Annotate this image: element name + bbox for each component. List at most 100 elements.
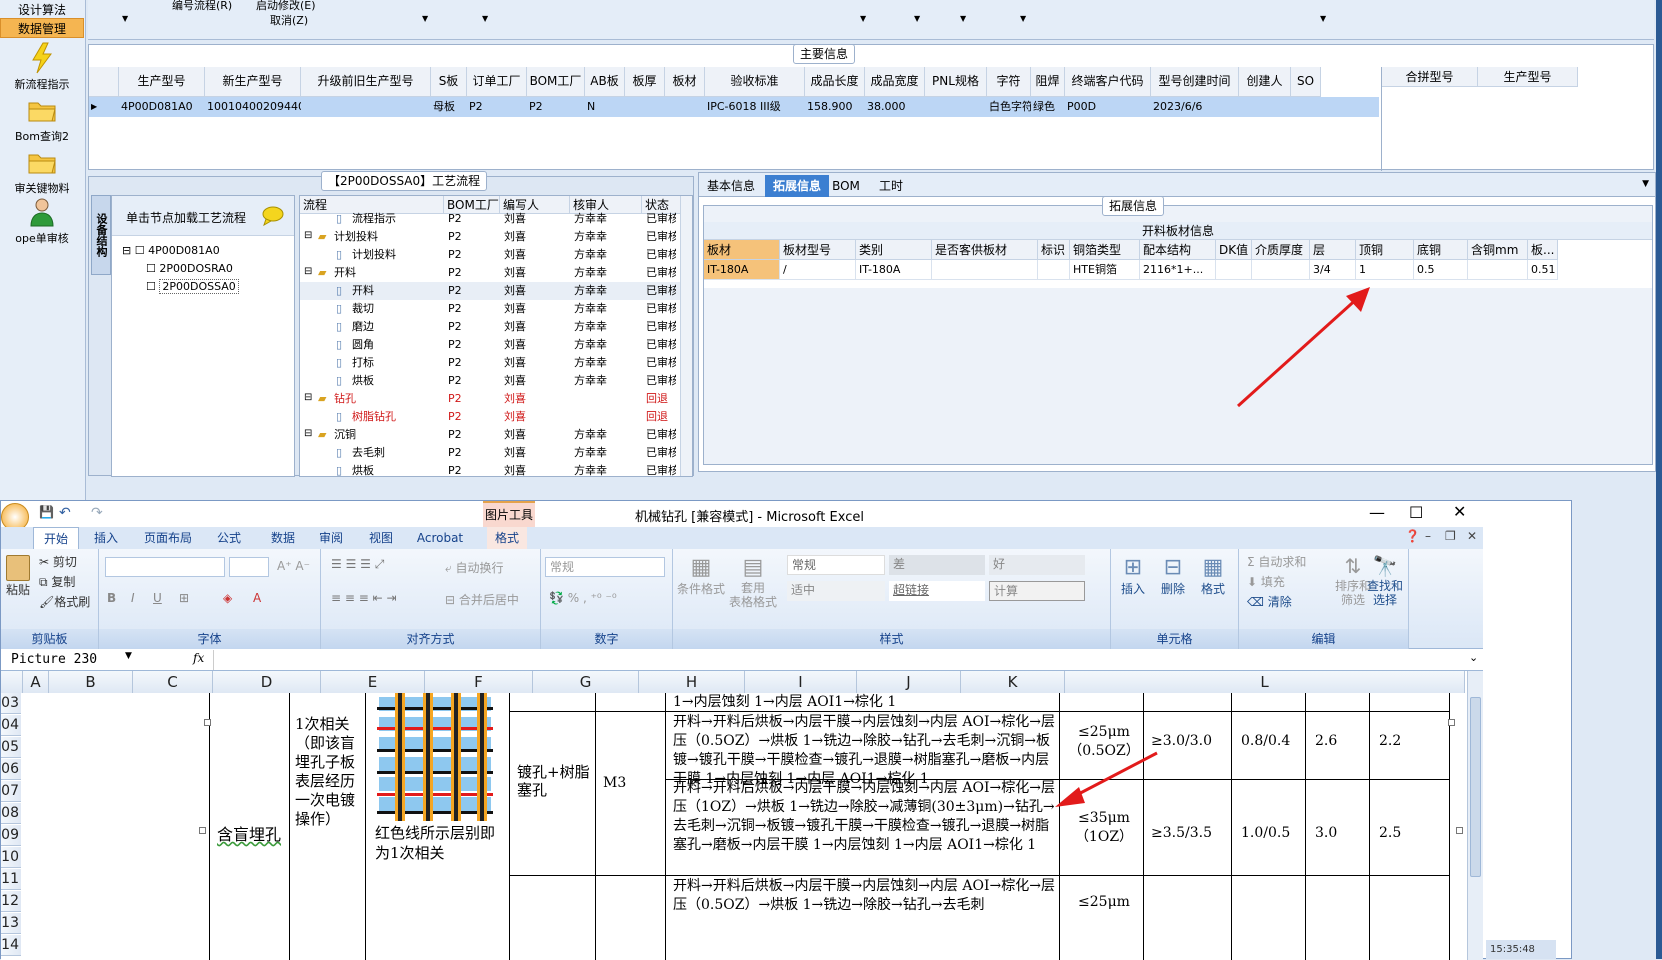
- column-header[interactable]: 顶铜: [1356, 240, 1414, 260]
- table-cell[interactable]: [932, 260, 1038, 280]
- undo-icon[interactable]: ↶: [59, 505, 71, 521]
- ribbon-tab-5[interactable]: 审阅: [313, 527, 349, 549]
- table-cell[interactable]: HTE铜箔: [1070, 260, 1140, 280]
- nav-bom-query[interactable]: Bom查询2: [0, 92, 84, 144]
- column-header[interactable]: F: [425, 671, 533, 693]
- minimize-doc-icon[interactable]: –: [1425, 529, 1431, 543]
- selection-handle[interactable]: [1448, 719, 1455, 726]
- cell-r1-l4[interactable]: 2.2: [1379, 733, 1401, 749]
- format-button[interactable]: ▦ 格式: [1201, 555, 1225, 597]
- cell-r2-l4[interactable]: 2.5: [1379, 825, 1401, 841]
- column-header[interactable]: 升级前旧生产型号: [301, 67, 431, 97]
- cell-r1-l2[interactable]: 0.8/0.4: [1241, 733, 1290, 749]
- cell-picture-caption[interactable]: 红色线所示层别即为1次相关: [375, 823, 505, 863]
- column-header[interactable]: H: [639, 671, 745, 693]
- table-cell[interactable]: 2116*1+...: [1140, 260, 1216, 280]
- expand-icon[interactable]: ⊟: [304, 392, 312, 403]
- column-header[interactable]: D: [213, 671, 321, 693]
- format-painter-button[interactable]: 🖌格式刷: [39, 593, 90, 610]
- sort-filter-button[interactable]: ⇅ 排序和 筛选: [1335, 553, 1371, 607]
- cell-r2-l1[interactable]: ≥3.5/3.5: [1151, 825, 1212, 841]
- cell-plating-resin[interactable]: 镀孔+树脂塞孔: [517, 763, 593, 799]
- cell-flow-top[interactable]: 1→内层蚀刻 1→内层 AOI1→棕化 1: [673, 693, 1055, 709]
- column-header[interactable]: A: [23, 671, 49, 693]
- underline-button[interactable]: U: [153, 591, 162, 605]
- column-header[interactable]: L: [1065, 671, 1465, 693]
- table-row[interactable]: ▯ 树脂钻孔 P2 刘喜 回退: [300, 408, 692, 426]
- fx-icon[interactable]: fx: [193, 651, 204, 665]
- table-row[interactable]: ▯ 圆角 P2 刘喜 方幸幸 已审核: [300, 336, 692, 354]
- menu-number-flow[interactable]: 编号流程(R): [172, 0, 232, 13]
- column-header[interactable]: 型号创建时间: [1151, 67, 1239, 97]
- delete-button[interactable]: ⊟ 删除: [1161, 555, 1185, 597]
- row-header[interactable]: 10: [1, 847, 21, 868]
- border-icon[interactable]: ⊞: [179, 591, 189, 605]
- nav-design-algo[interactable]: 设计算法: [0, 0, 84, 20]
- expand-icon[interactable]: ⊟: [304, 266, 312, 277]
- font-name-select[interactable]: [105, 557, 225, 577]
- column-header[interactable]: B: [49, 671, 133, 693]
- table-row[interactable]: ▯ 开料 P2 刘喜 方幸幸 已审核: [300, 282, 692, 300]
- select-all[interactable]: [1, 671, 23, 693]
- tree-node-root[interactable]: ⊟ ☐ 4P00D081A0: [122, 242, 239, 260]
- table-cell[interactable]: 0.5: [1414, 260, 1468, 280]
- table-cell[interactable]: IT-180A: [704, 260, 780, 280]
- table-row[interactable]: ▯ 打标 P2 刘喜 方幸幸 已审核: [300, 354, 692, 372]
- minimize-button[interactable]: —: [1369, 503, 1385, 522]
- ribbon-tab-1[interactable]: 插入: [89, 527, 123, 549]
- table-row[interactable]: ▰ ⊟ 计划投料 P2 刘喜 方幸幸 已审核: [300, 228, 692, 246]
- column-header[interactable]: BOM工厂: [527, 67, 585, 97]
- row-header[interactable]: 09: [1, 825, 21, 846]
- row-header[interactable]: 11: [1, 869, 21, 890]
- table-row[interactable]: ▯ 烘板 P2 刘喜 方幸幸 已审核: [300, 372, 692, 390]
- insert-button[interactable]: ⊞ 插入: [1121, 555, 1145, 597]
- style-hyperlink[interactable]: 超链接: [889, 581, 985, 601]
- column-header[interactable]: 介质厚度: [1252, 240, 1310, 260]
- ribbon-tab-6[interactable]: 视图: [363, 527, 399, 549]
- style-normal[interactable]: 常规: [787, 555, 885, 575]
- dropdown-arrow-icon[interactable]: ▼: [122, 14, 128, 23]
- table-cell[interactable]: 3/4: [1310, 260, 1356, 280]
- tab-1[interactable]: 拓展信息: [765, 175, 829, 197]
- tab-equipment-structure[interactable]: 设备结构: [91, 195, 111, 275]
- column-header[interactable]: G: [533, 671, 639, 693]
- column-header[interactable]: J: [857, 671, 961, 693]
- style-bad[interactable]: 差: [889, 555, 985, 575]
- row-header[interactable]: 06: [1, 759, 21, 780]
- menu-cancel[interactable]: 取消(Z): [270, 12, 308, 28]
- help-icon[interactable]: ❓: [1405, 529, 1420, 543]
- cell-r2-l2[interactable]: 1.0/0.5: [1241, 825, 1290, 841]
- font-size-select[interactable]: [229, 557, 269, 577]
- name-box[interactable]: Picture 230: [1, 650, 135, 670]
- column-header[interactable]: 字符: [987, 67, 1031, 97]
- column-header[interactable]: 新生产型号: [205, 67, 301, 97]
- table-row[interactable]: ▰ ⊟ 钻孔 P2 刘喜 回退: [300, 390, 692, 408]
- table-cell[interactable]: [1468, 260, 1528, 280]
- dropdown-arrow-icon[interactable]: ▼: [1020, 14, 1026, 23]
- restore-doc-icon[interactable]: ❐: [1445, 529, 1456, 543]
- expand-icon[interactable]: ⊟: [304, 230, 312, 241]
- cell-r1-l3[interactable]: 2.6: [1315, 733, 1337, 749]
- ribbon-tab-0[interactable]: 开始: [33, 527, 79, 549]
- paste-button[interactable]: 粘贴: [3, 555, 33, 598]
- fill-color-icon[interactable]: ◈: [223, 591, 232, 605]
- stackup-picture[interactable]: [377, 693, 493, 821]
- column-header[interactable]: 订单工厂: [467, 67, 527, 97]
- table-cell[interactable]: /: [780, 260, 856, 280]
- cell-flow-1[interactable]: 开料→开料后烘板→内层干膜→内层蚀刻→内层 AOI→棕化→层压（0.5OZ）→烘…: [673, 713, 1055, 789]
- table-row[interactable]: ▰ ⊟ 沉铜 P2 刘喜 方幸幸 已审核: [300, 426, 692, 444]
- style-neutral[interactable]: 适中: [787, 581, 885, 601]
- selection-handle[interactable]: [199, 827, 206, 834]
- column-header[interactable]: 含铜mm: [1468, 240, 1528, 260]
- dropdown-arrow-icon[interactable]: ▼: [960, 14, 966, 23]
- column-header[interactable]: 成品宽度: [865, 67, 925, 97]
- cell-flow-2[interactable]: 开料→开料后烘板→内层干膜→内层蚀刻→内层 AOI→棕化→层压（1OZ）→烘板 …: [673, 779, 1055, 855]
- row-header[interactable]: 03: [1, 693, 21, 714]
- expand-icon[interactable]: ⌄: [1469, 651, 1478, 664]
- cell-r2-thickness[interactable]: ≤35μm （1OZ）: [1067, 809, 1141, 847]
- cell-r3-thickness[interactable]: ≤25μm: [1067, 893, 1141, 912]
- row-header[interactable]: 13: [1, 913, 21, 934]
- find-select-button[interactable]: 🔭 查找和 选择: [1367, 553, 1403, 607]
- dropdown-arrow-icon[interactable]: ▼: [482, 14, 488, 23]
- close-doc-icon[interactable]: ✕: [1467, 529, 1477, 543]
